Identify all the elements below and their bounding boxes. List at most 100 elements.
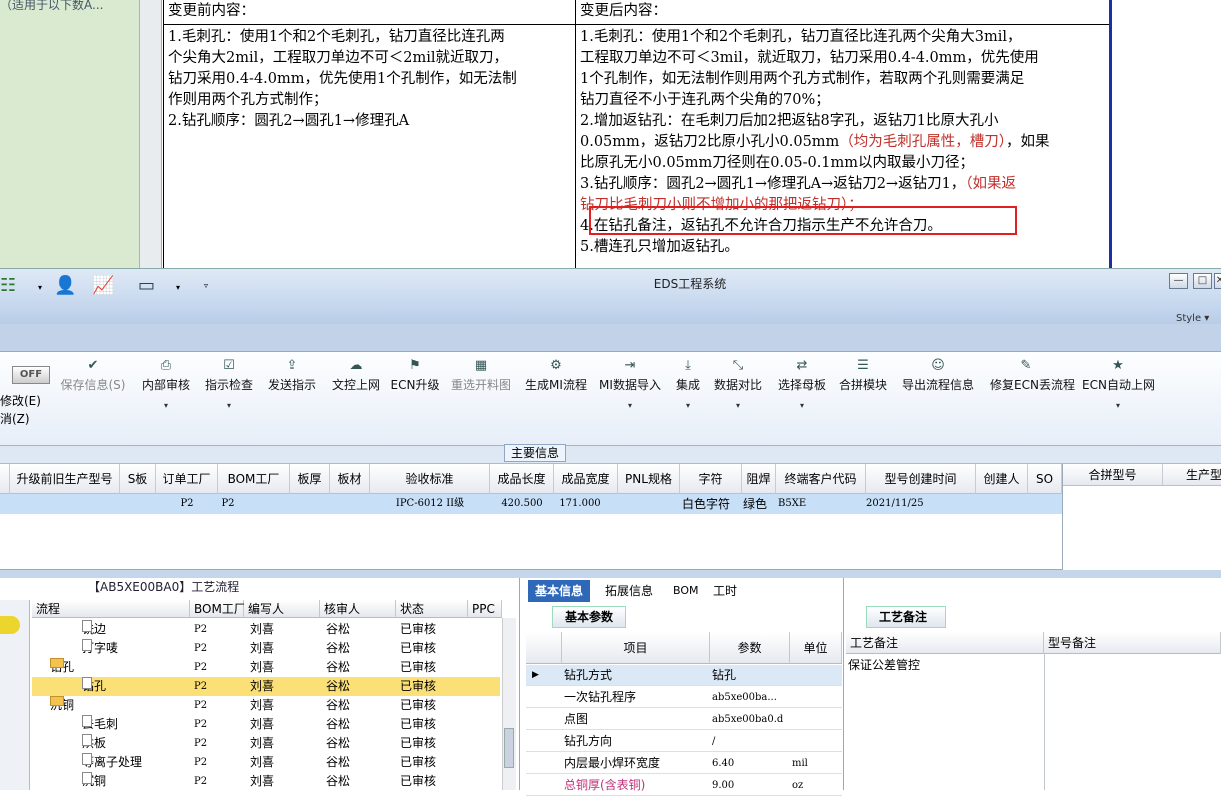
tree-scroll-thumb[interactable]: [504, 728, 514, 768]
off-toggle[interactable]: OFF: [12, 366, 50, 384]
send-instruction-button[interactable]: ⇪ 发送指示: [256, 358, 328, 393]
column-header[interactable]: 项目: [562, 632, 710, 664]
process-tree: 【AB5XE00BA0】工艺流程 流程 BOM工厂 编写人 核审人 状态 PPC…: [0, 578, 520, 790]
tree-row[interactable]: −沉铜 P2 刘喜 谷松 已审核: [32, 696, 500, 715]
param-value[interactable]: 6.40: [712, 753, 788, 774]
tab-bom[interactable]: BOM: [666, 580, 706, 602]
export-flow-info-button[interactable]: ☺ 导出流程信息: [902, 358, 974, 393]
cell-writer: 刘喜: [250, 622, 275, 636]
column-header[interactable]: 升级前旧生产型号: [10, 464, 120, 494]
cell-auditor: 谷松: [326, 698, 351, 712]
instruction-check-button[interactable]: ☑ 指示检查 ▾: [193, 358, 265, 410]
tree-row[interactable]: 打字唛 P2 刘喜 谷松 已审核: [32, 639, 500, 658]
column-header[interactable]: 板材: [330, 464, 370, 494]
column-header[interactable]: 参数: [710, 632, 790, 664]
column-header[interactable]: BOM工厂: [218, 464, 290, 494]
tree-row[interactable]: −钻孔 P2 刘喜 谷松 已审核: [32, 658, 500, 677]
tree-row[interactable]: 钻孔 P2 刘喜 谷松 已审核: [32, 677, 500, 696]
column-header[interactable]: 编写人: [244, 600, 320, 618]
window-title: EDS工程系统: [653, 277, 727, 291]
column-header[interactable]: S板: [120, 464, 156, 494]
internal-review-button[interactable]: ⎙ 内部审核 ▾: [130, 358, 202, 410]
column-header[interactable]: 状态: [396, 600, 468, 618]
data-compare-button[interactable]: ⤡ 数据对比 ▾: [702, 358, 774, 410]
column-header[interactable]: 成品长度: [490, 464, 554, 494]
column-header[interactable]: 订单工厂: [156, 464, 218, 494]
column-header[interactable]: 验收标准: [370, 464, 490, 494]
param-row[interactable]: 钻孔方向 /: [526, 731, 842, 752]
column-header[interactable]: 型号备注: [1044, 632, 1221, 654]
save-info-button[interactable]: ✔ 保存信息(S): [57, 358, 129, 393]
param-item: 一次钻孔程序: [564, 690, 637, 704]
param-row[interactable]: 总铜厚(含表铜) 9.00 oz: [526, 775, 842, 796]
column-header[interactable]: BOM工厂: [190, 600, 246, 618]
column-header[interactable]: 创建人: [976, 464, 1028, 494]
column-header[interactable]: 成品宽度: [554, 464, 618, 494]
cancel-button[interactable]: 消(Z): [0, 410, 30, 427]
cell-writer: 刘喜: [250, 660, 275, 674]
param-value[interactable]: ab5xe00ba0.d: [712, 709, 788, 730]
ecn-upgrade-button[interactable]: ⚑ ECN升级: [379, 358, 451, 393]
document-icon: [82, 734, 92, 746]
minimize-button[interactable]: —: [1169, 273, 1188, 289]
style-menu[interactable]: Style ▾: [1176, 313, 1209, 324]
chevron-down-icon: ▾: [163, 401, 168, 410]
merge-module-button[interactable]: ☰ 合拼模块: [827, 358, 899, 393]
param-unit: mil: [792, 758, 808, 769]
tree-row[interactable]: 去毛刺 P2 刘喜 谷松 已审核: [32, 715, 500, 734]
cell-length: 420.500: [501, 498, 543, 509]
star-icon: ★: [1112, 358, 1124, 373]
compare-icon: ⤡: [732, 358, 744, 373]
after-line: 工程取刀单边不可＜3mil，就近取刀，钻刀采用0.4-4.0mm，优先使用: [580, 50, 1039, 66]
lower-area: 【AB5XE00BA0】工艺流程 流程 BOM工厂 编写人 核审人 状态 PPC…: [0, 578, 1221, 796]
column-header[interactable]: PNL规格: [618, 464, 680, 494]
document-icon: [82, 677, 92, 689]
tree-row[interactable]: 铣边 P2 刘喜 谷松 已审核: [32, 620, 500, 639]
main-info-bar: 主要信息: [0, 444, 1221, 464]
column-header[interactable]: 合拼型号: [1063, 464, 1163, 486]
tree-row[interactable]: 等离子处理 P2 刘喜 谷松 已审核: [32, 753, 500, 772]
param-item: 总铜厚(含表铜): [564, 778, 646, 792]
column-header[interactable]: 型号创建时间: [866, 464, 976, 494]
after-line: 1个孔制作，如无法制作则用两个孔方式制作，若取两个孔则需要满足: [580, 71, 1025, 87]
close-button[interactable]: ✕: [1214, 273, 1221, 289]
modify-button[interactable]: 修改(E): [0, 392, 41, 409]
column-header[interactable]: 板厚: [290, 464, 330, 494]
reselect-cutting-button[interactable]: ▦ 重选开料图: [445, 358, 517, 393]
param-value[interactable]: ab5xe00ba...: [712, 687, 788, 708]
tree-row[interactable]: 沉铜 P2 刘喜 谷松 已审核: [32, 772, 500, 790]
generate-mi-flow-button[interactable]: ⚙ 生成MI流程: [520, 358, 592, 393]
column-header[interactable]: 单位: [790, 632, 842, 664]
param-row[interactable]: 一次钻孔程序 ab5xe00ba...: [526, 687, 842, 708]
column-header[interactable]: SO: [1028, 464, 1062, 494]
tab-work-hours[interactable]: 工时: [706, 580, 744, 602]
chat-bubble-icon[interactable]: [0, 616, 20, 634]
splitter[interactable]: [0, 570, 1221, 578]
param-row[interactable]: 内层最小焊环宽度 6.40 mil: [526, 753, 842, 774]
column-header[interactable]: PPC: [468, 600, 502, 618]
param-value[interactable]: 钻孔: [712, 665, 788, 686]
maximize-button[interactable]: □: [1193, 273, 1212, 289]
column-header[interactable]: 核审人: [320, 600, 396, 618]
notes-caption: 工艺备注: [866, 606, 946, 628]
column-header[interactable]: 生产型: [1163, 464, 1221, 486]
tree-row[interactable]: 烘板 P2 刘喜 谷松 已审核: [32, 734, 500, 753]
tab-basic-info[interactable]: 基本信息: [528, 580, 591, 602]
ecn-auto-online-button[interactable]: ★ ECN自动上网 ▾: [1082, 358, 1155, 410]
process-note-value: 保证公差管控: [848, 658, 921, 672]
param-row[interactable]: ▶ 钻孔方式 钻孔: [526, 665, 842, 686]
main-info-tab[interactable]: 主要信息: [504, 444, 567, 462]
column-header[interactable]: 工艺备注: [846, 632, 1044, 654]
tree-node-label: 铣边: [82, 620, 107, 636]
column-header[interactable]: 流程: [32, 600, 190, 618]
param-row[interactable]: 点图 ab5xe00ba0.d: [526, 709, 842, 730]
repair-ecn-flow-button[interactable]: ✎ 修复ECN丢流程: [990, 358, 1075, 393]
param-value[interactable]: 9.00: [712, 775, 788, 796]
tree-node-label: −沉铜: [50, 696, 74, 715]
column-header[interactable]: 终端客户代码: [776, 464, 866, 494]
column-header[interactable]: 字符: [680, 464, 742, 494]
tab-extended-info[interactable]: 拓展信息: [598, 580, 660, 602]
param-value[interactable]: /: [712, 731, 788, 752]
column-header[interactable]: 阻焊: [742, 464, 776, 494]
before-line: 个尖角大2mil，工程取刀单边不可＜2mil就近取刀，: [168, 50, 508, 66]
